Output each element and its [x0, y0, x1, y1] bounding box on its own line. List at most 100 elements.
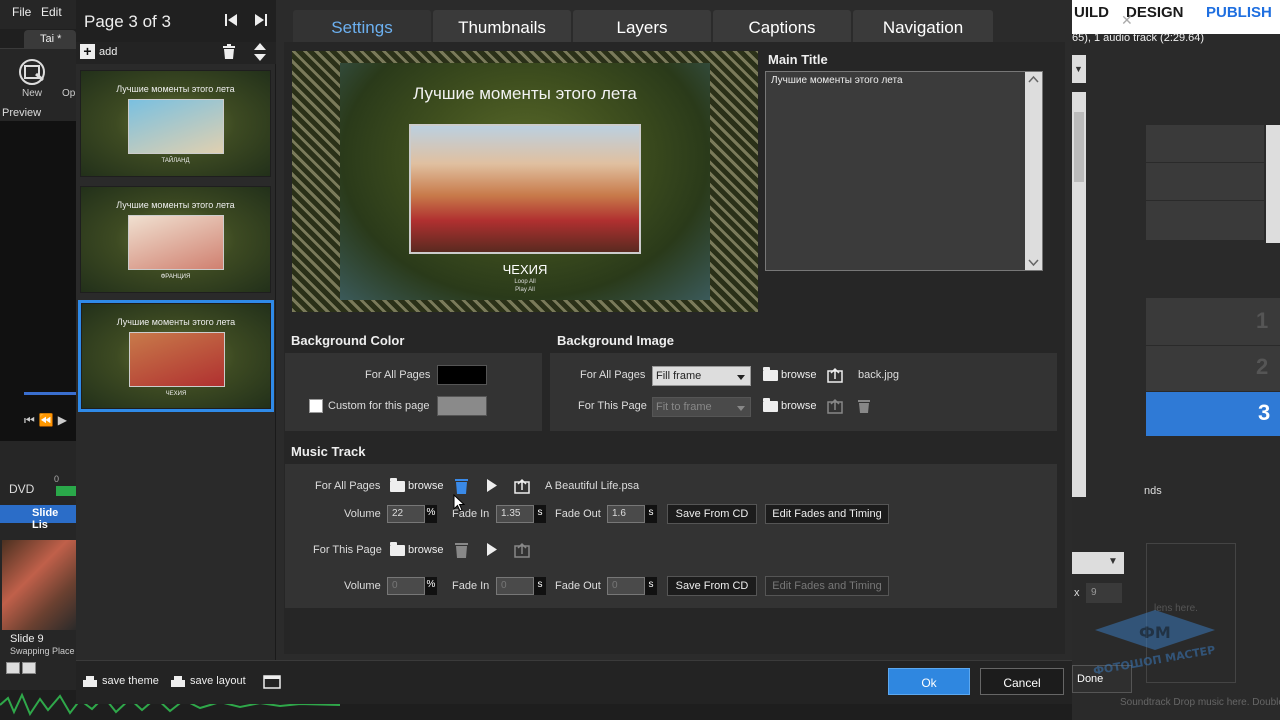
preview-title: Лучшие моменты этого лета [413, 84, 637, 103]
list-row[interactable] [1146, 163, 1264, 201]
nav-design[interactable]: DESIGN [1126, 4, 1184, 21]
edit-fades-button[interactable]: Edit Fades and Timing [765, 504, 889, 524]
export-icon[interactable] [514, 478, 530, 494]
list-row[interactable] [1146, 125, 1264, 163]
nav-build[interactable]: UILD [1074, 4, 1109, 21]
dvd-label: DVD [9, 482, 35, 496]
slide-duplicate-icon[interactable] [22, 662, 36, 674]
volume-unit: % [425, 577, 437, 595]
folder-icon [763, 397, 778, 412]
selected-page-number: 3 [1258, 400, 1271, 425]
trash-icon[interactable] [455, 542, 468, 558]
slide-play-icon[interactable] [6, 662, 20, 674]
scrollbar[interactable] [1025, 72, 1042, 270]
nav-publish[interactable]: PUBLISH [1206, 4, 1272, 21]
volume-label: Volume [344, 508, 381, 520]
tab-navigation[interactable]: Navigation [853, 10, 993, 43]
tab-settings[interactable]: Settings [293, 10, 431, 43]
bg-color-all-label: For All Pages [365, 369, 431, 381]
thumb-caption: ТАЙЛАНД [161, 158, 190, 164]
thumb-photo [129, 332, 225, 387]
bg-image-all-mode-value: Fill frame [656, 370, 702, 382]
save-theme-button[interactable]: save theme [82, 674, 159, 688]
trash-icon[interactable] [222, 44, 236, 60]
thumb-caption: ФРАНЦИЯ [160, 274, 191, 280]
page-number: 1 [1256, 308, 1269, 333]
tab-layers[interactable]: Layers [573, 10, 711, 43]
doc-tab[interactable]: Tai * [24, 30, 76, 49]
bg-image-page-mode-value: Fit to frame [656, 401, 712, 413]
export-icon[interactable] [827, 398, 843, 414]
page-thumbnail-2[interactable]: Лучшие моменты этого лета ФРАНЦИЯ [80, 186, 271, 293]
fade-out-unit: s [645, 505, 657, 523]
play-icon[interactable]: ▶ [58, 413, 67, 427]
cancel-button[interactable]: Cancel [980, 668, 1064, 695]
fade-out-unit: s [645, 577, 657, 595]
skip-back-icon[interactable]: ⏮ [24, 413, 35, 428]
rewind-icon[interactable]: ⏪ [39, 413, 54, 427]
thumb-caption: ЧЕХИЯ [165, 391, 187, 397]
save-from-cd-button[interactable]: Save From CD [667, 504, 757, 524]
bg-image-all-mode[interactable]: Fill frame [652, 366, 751, 386]
page-edit-fades-button[interactable]: Edit Fades and Timing [765, 576, 889, 596]
menu-edit[interactable]: Edit [41, 5, 62, 19]
thumb-title: Лучшие моменты этого лета [116, 317, 236, 327]
chevron-down-icon[interactable]: ▼ [1072, 55, 1086, 83]
close-icon[interactable]: ✕ [1121, 12, 1133, 29]
thumb-photo [128, 99, 224, 154]
export-icon[interactable] [827, 367, 843, 383]
page-volume-input[interactable]: 0 [387, 577, 425, 595]
volume-label: Volume [344, 580, 381, 592]
scrollbar[interactable] [1266, 125, 1280, 243]
fade-out-input[interactable]: 1.6 [607, 505, 645, 523]
background-image-label: Background Image [557, 333, 675, 348]
export-icon[interactable] [514, 542, 530, 558]
custom-color-checkbox[interactable] [309, 399, 323, 413]
play-icon[interactable] [486, 479, 498, 492]
page-title: Page 3 of 3 [84, 12, 171, 31]
music-all-browse[interactable]: browse [390, 477, 443, 492]
bg-image-all-browse[interactable]: browse [763, 366, 817, 381]
tab-captions[interactable]: Captions [713, 10, 851, 43]
page-thumbnail-3[interactable]: Лучшие моменты этого лета ЧЕХИЯ [78, 300, 274, 412]
tab-thumbnails[interactable]: Thumbnails [433, 10, 571, 43]
main-title-textarea[interactable]: Лучшие моменты этого лета [765, 71, 1043, 271]
volume-input[interactable]: 22 [387, 505, 425, 523]
open-label[interactable]: Op [62, 88, 75, 99]
list-row[interactable] [1146, 201, 1264, 241]
save-icon [171, 676, 185, 687]
reorder-icon[interactable] [254, 43, 266, 61]
slide-thumbnail[interactable] [2, 540, 76, 630]
trash-icon[interactable] [858, 399, 870, 413]
browse-label: browse [781, 369, 817, 381]
fade-in-input[interactable]: 1.35 [496, 505, 534, 523]
menu-file[interactable]: File [12, 5, 31, 19]
window-icon[interactable] [263, 675, 281, 689]
dropdown[interactable]: ▼ [1072, 552, 1124, 574]
page-thumbnail-1[interactable]: Лучшие моменты этого лета ТАЙЛАНД [80, 70, 271, 177]
folder-icon [390, 477, 405, 492]
new-project-icon [16, 58, 48, 86]
bg-image-page-mode[interactable]: Fit to frame [652, 397, 751, 417]
trash-icon[interactable] [455, 478, 468, 494]
slide-list-tab[interactable]: Slide Lis [0, 505, 76, 531]
save-layout-button[interactable]: save layout [170, 674, 246, 688]
first-page-icon[interactable] [224, 13, 238, 27]
fade-in-unit: s [534, 577, 546, 595]
bg-color-all-swatch[interactable] [437, 365, 487, 385]
page-save-from-cd-button[interactable]: Save From CD [667, 576, 757, 596]
page-fade-out-input[interactable]: 0 [607, 577, 645, 595]
add-page-button[interactable]: add [99, 46, 117, 58]
fade-out-label: Fade Out [555, 580, 601, 592]
new-button[interactable]: New [12, 58, 52, 99]
add-icon[interactable]: + [80, 44, 95, 59]
page-fade-in-input[interactable]: 0 [496, 577, 534, 595]
playback-progress[interactable] [24, 392, 76, 395]
play-icon[interactable] [486, 543, 498, 556]
music-page-browse[interactable]: browse [390, 541, 443, 556]
scrollbar-thumb[interactable] [1074, 112, 1084, 182]
bg-color-custom-swatch[interactable] [437, 396, 487, 416]
ok-button[interactable]: Ok [888, 668, 970, 695]
bg-image-page-browse[interactable]: browse [763, 397, 816, 412]
last-page-icon[interactable] [254, 13, 268, 27]
